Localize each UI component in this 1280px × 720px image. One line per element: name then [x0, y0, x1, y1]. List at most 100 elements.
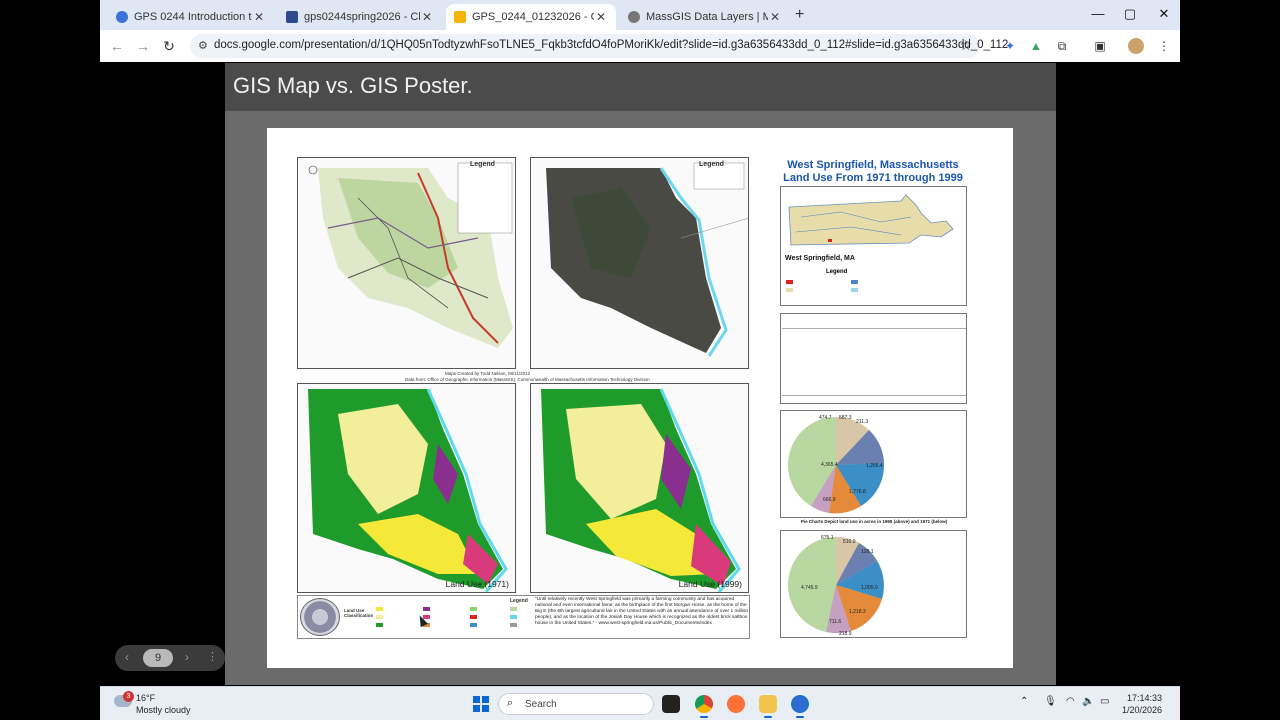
back-icon[interactable]: ← — [108, 38, 126, 54]
map-legend-title: Legend — [470, 161, 495, 168]
pie-chart-1971: 4,745.9 1,005.0 1,218.3 675.1 516.0 128.… — [780, 530, 967, 638]
inset-legend-title: Legend — [826, 269, 848, 275]
slide-page-navigator: ‹ 9 › ⋮ — [115, 645, 225, 671]
minimize-button[interactable]: — — [1088, 6, 1108, 21]
pie-value-label: 666.9 — [823, 497, 836, 503]
site-icon — [628, 11, 640, 23]
battery-icon[interactable]: ▭ — [1100, 696, 1109, 707]
tab-classes[interactable]: gps0244spring2026 - Classes ✕ — [278, 4, 442, 30]
file-explorer-icon[interactable] — [759, 695, 777, 718]
tab-massgis[interactable]: MassGIS Data Layers | Mass.go ✕ — [620, 4, 790, 30]
pie-value-label: 4,745.9 — [801, 585, 818, 591]
tab-title: GPS_0244_01232026 - Google S — [472, 11, 594, 23]
tab-slides[interactable]: GPS_0244_01232026 - Google S ✕ — [446, 4, 616, 30]
firefox-icon[interactable] — [727, 695, 745, 713]
legend-swatch — [851, 288, 858, 292]
slide-header: GIS Map vs. GIS Poster. — [225, 63, 1056, 111]
windows-logo-icon — [473, 705, 480, 712]
extension-icon[interactable]: ✦ — [1002, 38, 1018, 54]
poster-quote: "Until relatively recently West Springfi… — [535, 597, 749, 626]
site-info-icon[interactable]: ⚙ — [198, 39, 208, 52]
slide-title: GIS Map vs. GIS Poster. — [233, 73, 473, 98]
pie-value-label: 1,776.8 — [849, 489, 866, 495]
pie-value-label: 1,005.0 — [861, 585, 878, 591]
chevron-up-icon[interactable]: ⌃ — [1020, 696, 1028, 707]
classes-icon — [286, 11, 298, 23]
pie-value-label: 4,365.4 — [821, 462, 838, 468]
clock-time: 17:14:33 — [1126, 693, 1162, 703]
land-use-1999-image — [541, 388, 741, 592]
pie-value-label: 211.3 — [856, 419, 868, 425]
tab-bar: GPS 0244 Introduction to GIS ✕ gps0244sp… — [100, 0, 1180, 30]
temperature-label: 16°F — [136, 693, 156, 703]
new-tab-button[interactable]: + — [795, 6, 804, 24]
maximize-button[interactable]: ▢ — [1120, 6, 1140, 22]
pie-caption: Pie Charts Depict land use in acres in 1… — [800, 519, 948, 524]
menu-icon[interactable]: ⋮ — [1156, 38, 1172, 54]
pie-value-label: 587.3 — [839, 415, 852, 421]
legend-swatch — [786, 280, 793, 284]
previous-slide-icon[interactable]: ‹ — [125, 650, 129, 664]
map-credit: Maps Created by Todd Nelson, 08/11/2012 — [445, 371, 531, 376]
clock-date: 1/20/2026 — [1121, 705, 1162, 715]
speaker-icon[interactable]: 🔈 — [1082, 696, 1094, 707]
bookmark-star-icon[interactable]: ☆ — [959, 37, 972, 54]
windows-logo-icon — [482, 696, 489, 703]
legend-swatch — [786, 288, 793, 292]
google-slides-icon — [454, 11, 466, 23]
pie-value-label: 218.9 — [839, 631, 852, 637]
legend-swatch — [510, 615, 517, 619]
browser-chrome: GPS 0244 Introduction to GIS ✕ gps0244sp… — [100, 0, 1180, 62]
profile-avatar[interactable] — [1128, 38, 1144, 54]
app-icon[interactable] — [791, 695, 809, 718]
legend-header: Land Use Classification — [344, 608, 374, 618]
close-tab-icon[interactable]: ✕ — [252, 10, 266, 24]
start-button[interactable] — [473, 696, 489, 712]
tab-search-icon[interactable]: ▣ — [1092, 38, 1108, 54]
task-view-icon[interactable] — [662, 695, 680, 713]
land-use-1999-map: Land Use (1999) — [530, 383, 749, 593]
legend-swatch — [510, 623, 517, 627]
land-use-1971-image — [308, 388, 508, 592]
microphone-icon[interactable]: 🎙 — [1044, 696, 1057, 707]
topographic-map: Legend — [297, 157, 516, 369]
legend-title: Legend — [510, 598, 528, 604]
legend-swatch — [470, 623, 477, 627]
wifi-icon[interactable]: ◠ — [1066, 696, 1075, 707]
weather-condition-label: Mostly cloudy — [136, 705, 191, 715]
taskbar: 3 16°F Mostly cloudy ⌕ Search ⌃ 🎙 ◠ 🔈 ▭ … — [100, 686, 1180, 720]
address-toolbar: ← → ↻ ⚙ docs.google.com/presentation/d/1… — [100, 30, 1180, 62]
extensions-puzzle-icon[interactable]: ⧉ — [1054, 38, 1070, 54]
close-tab-icon[interactable]: ✕ — [594, 10, 608, 24]
search-icon: ⌕ — [507, 697, 514, 709]
chrome-icon[interactable] — [695, 695, 713, 718]
pie-value-label: 711.6 — [829, 619, 841, 625]
tab-title: GPS 0244 Introduction to GIS — [134, 11, 252, 23]
aerial-map: Legend — [530, 157, 749, 369]
address-bar[interactable]: ⚙ docs.google.com/presentation/d/1QHQ05n… — [190, 34, 1008, 58]
close-tab-icon[interactable]: ✕ — [420, 10, 434, 24]
legend-swatch — [376, 615, 383, 619]
legend-swatch — [470, 607, 477, 611]
pie-value-label: 516.0 — [843, 539, 856, 545]
legend-swatch — [510, 607, 517, 611]
more-options-icon[interactable]: ⋮ — [207, 650, 218, 663]
slide-page-number: 9 — [143, 649, 173, 667]
close-tab-icon[interactable]: ✕ — [768, 10, 782, 24]
url-text: docs.google.com/presentation/d/1QHQ05nTo… — [214, 39, 1009, 51]
inset-label: West Springfield, MA — [785, 255, 855, 262]
pie-1971-image: 4,745.9 1,005.0 1,218.3 675.1 516.0 128.… — [788, 535, 884, 637]
tab-intro-gis[interactable]: GPS 0244 Introduction to GIS ✕ — [108, 4, 274, 30]
windows-logo-icon — [473, 696, 480, 703]
taskbar-search-box[interactable]: ⌕ Search — [498, 693, 654, 715]
clock[interactable]: 17:14:33 1/20/2026 — [1122, 692, 1162, 716]
poster-title: West Springfield, Massachusetts Land Use… — [775, 159, 971, 185]
google-drive-icon[interactable]: ▲ — [1028, 38, 1044, 54]
next-slide-icon[interactable]: › — [185, 650, 189, 664]
windows-logo-icon — [482, 705, 489, 712]
close-window-button[interactable]: ✕ — [1154, 6, 1174, 22]
forward-icon[interactable]: → — [134, 38, 152, 54]
poster-title-line2: Land Use From 1971 through 1999 — [783, 172, 963, 184]
wordpress-icon — [116, 11, 128, 23]
reload-icon[interactable]: ↻ — [160, 38, 178, 55]
